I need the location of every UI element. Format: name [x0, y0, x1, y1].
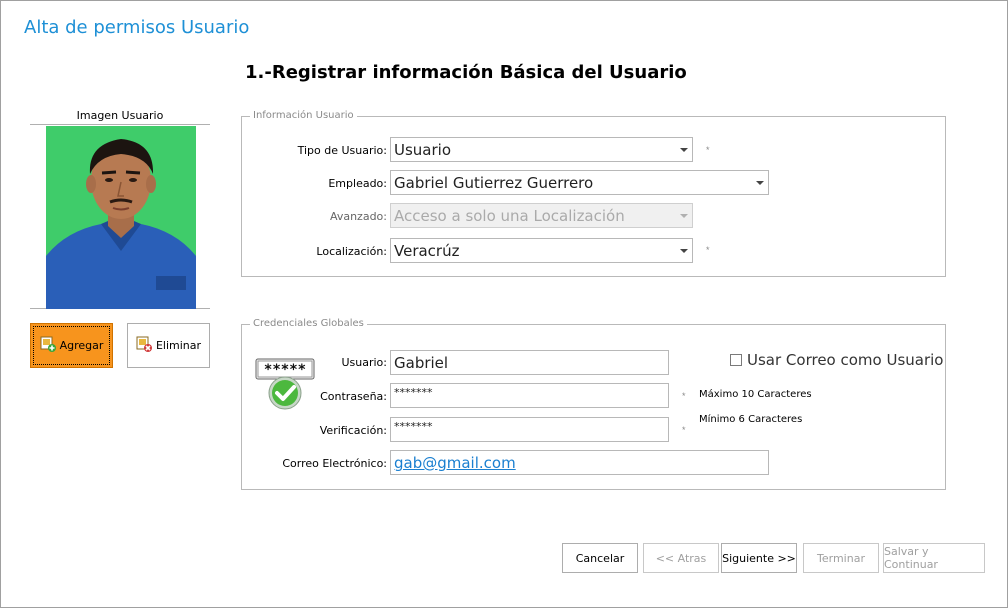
- usuario-input[interactable]: Gabriel: [390, 350, 669, 375]
- photo-label: Imagen Usuario: [76, 109, 164, 122]
- usuario-label: Usuario:: [341, 356, 387, 369]
- required-mark: *: [706, 145, 710, 155]
- password-label: Contraseña:: [320, 390, 387, 403]
- add-photo-label: Agregar: [59, 339, 104, 352]
- avanzado-select: Acceso a solo una Localización: [390, 203, 693, 228]
- empleado-select[interactable]: Gabriel Gutierrez Guerrero: [390, 170, 769, 195]
- localizacion-value: Veracrúz: [394, 242, 460, 260]
- delete-photo-button[interactable]: Eliminar: [127, 323, 210, 368]
- use-email-checkbox[interactable]: [730, 354, 742, 366]
- email-label: Correo Electrónico:: [282, 457, 387, 470]
- required-mark: *: [682, 425, 686, 435]
- chevron-down-icon: [680, 148, 688, 152]
- chevron-down-icon: [756, 181, 764, 185]
- credentials-legend: Credenciales Globales: [250, 318, 367, 329]
- empleado-value: Gabriel Gutierrez Guerrero: [394, 174, 594, 192]
- window: Alta de permisos Usuario 1.-Registrar in…: [0, 0, 1008, 608]
- required-mark: *: [706, 245, 710, 255]
- use-email-checkbox-row[interactable]: Usar Correo como Usuario: [730, 351, 943, 369]
- localizacion-select[interactable]: Veracrúz: [390, 238, 693, 263]
- avanzado-label: Avanzado:: [329, 210, 387, 223]
- user-info-legend: Información Usuario: [250, 110, 357, 121]
- user-photo-image: [46, 126, 196, 309]
- min-chars-hint: Mínimo 6 Caracteres: [699, 414, 803, 425]
- email-input[interactable]: gab@gmail.com: [390, 450, 769, 475]
- chevron-down-icon: [680, 249, 688, 253]
- window-title: Alta de permisos Usuario: [24, 17, 250, 38]
- finish-button[interactable]: Terminar: [803, 543, 879, 573]
- use-email-label: Usar Correo como Usuario: [747, 351, 944, 369]
- tipo-usuario-select[interactable]: Usuario: [390, 137, 693, 162]
- delete-image-icon: [136, 336, 152, 355]
- required-mark: *: [682, 391, 686, 401]
- user-photo: [46, 126, 196, 309]
- delete-photo-label: Eliminar: [155, 339, 202, 352]
- chevron-down-icon: [680, 214, 688, 218]
- add-image-icon: [40, 336, 56, 355]
- back-button[interactable]: << Atras: [643, 543, 719, 573]
- empleado-label: Empleado:: [328, 177, 387, 190]
- verify-label: Verificación:: [319, 424, 387, 437]
- save-continue-button[interactable]: Salvar y Continuar: [883, 543, 985, 573]
- page-title: 1.-Registrar información Básica del Usua…: [245, 62, 687, 83]
- tipo-usuario-value: Usuario: [394, 141, 452, 159]
- verify-input[interactable]: *******: [390, 417, 669, 442]
- max-chars-hint: Máximo 10 Caracteres: [699, 389, 812, 400]
- tipo-usuario-label: Tipo de Usuario:: [297, 144, 387, 157]
- next-button[interactable]: Siguiente >>: [721, 543, 797, 573]
- password-input[interactable]: *******: [390, 383, 669, 408]
- add-photo-button[interactable]: Agregar: [30, 323, 113, 368]
- cancel-button[interactable]: Cancelar: [562, 543, 638, 573]
- localizacion-label: Localización:: [316, 245, 387, 258]
- photo-frame: [30, 124, 210, 309]
- avanzado-value: Acceso a solo una Localización: [394, 207, 625, 225]
